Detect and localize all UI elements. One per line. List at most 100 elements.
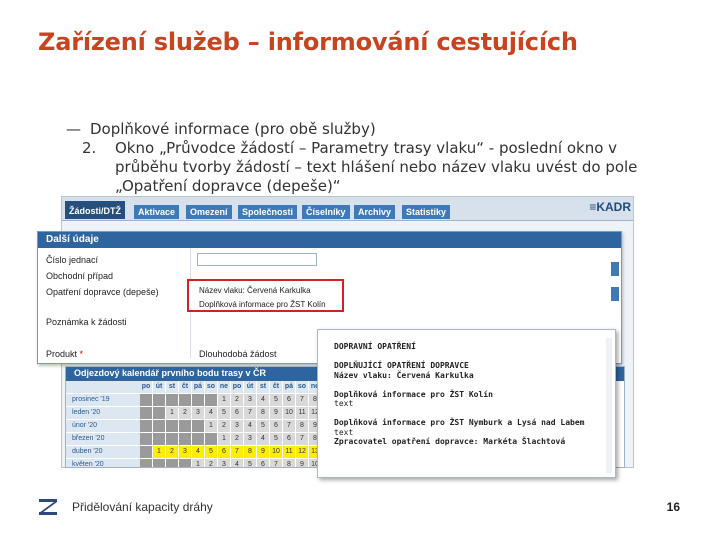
calendar-day-cell[interactable]: 4 (192, 446, 205, 458)
calendar-day-cell[interactable] (140, 407, 153, 419)
day-header: út (244, 381, 257, 393)
calendar-day-cell[interactable]: 5 (257, 420, 270, 432)
calendar-day-cell[interactable] (153, 394, 166, 406)
calendar-day-cell[interactable]: 1 (205, 420, 218, 432)
calendar-day-cell[interactable] (192, 420, 205, 432)
calendar-day-cell[interactable]: 3 (231, 420, 244, 432)
calendar-day-cell[interactable] (140, 420, 153, 432)
calendar-day-cell[interactable]: 4 (244, 420, 257, 432)
calendar-day-cell[interactable]: 5 (205, 446, 218, 458)
day-header: pá (283, 381, 296, 393)
menu-bar: Žádosti/DTŽ Aktivace Omezení Společnosti… (62, 197, 633, 221)
cislo-jednaci-input[interactable] (197, 253, 317, 266)
menu-tab-spolecnosti[interactable]: Společnosti (238, 205, 298, 219)
calendar-day-cell[interactable]: 1 (166, 407, 179, 419)
popup-line: Zpracovatel opatření dopravce: Markéta Š… (334, 437, 566, 446)
calendar-day-cell[interactable]: 4 (231, 459, 244, 467)
calendar-day-cell[interactable]: 6 (283, 394, 296, 406)
calendar-day-cell[interactable]: 2 (231, 433, 244, 445)
calendar-day-cell[interactable] (192, 433, 205, 445)
menu-tab-ciselniky[interactable]: Číselníky (302, 205, 350, 219)
calendar-day-cell[interactable]: 5 (270, 433, 283, 445)
calendar-day-cell[interactable]: 8 (296, 420, 309, 432)
calendar-day-cell[interactable]: 11 (296, 407, 309, 419)
calendar-day-cell[interactable]: 6 (231, 407, 244, 419)
calendar-day-cell[interactable] (140, 459, 153, 467)
calendar-day-cell[interactable]: 7 (283, 420, 296, 432)
calendar-day-cell[interactable]: 5 (244, 459, 257, 467)
calendar-day-cell[interactable]: 3 (218, 459, 231, 467)
calendar-day-cell[interactable]: 9 (270, 407, 283, 419)
calendar-day-cell[interactable]: 4 (205, 407, 218, 419)
highlight-line: Doplňková informace pro ŽST Kolín (199, 300, 326, 309)
calendar-day-cell[interactable] (153, 433, 166, 445)
calendar-day-cell[interactable]: 8 (257, 407, 270, 419)
calendar-day-cell[interactable]: 6 (257, 459, 270, 467)
calendar-day-cell[interactable]: 3 (244, 433, 257, 445)
calendar-day-cell[interactable]: 3 (244, 394, 257, 406)
calendar-day-cell[interactable] (166, 394, 179, 406)
calendar-day-cell[interactable]: 10 (270, 446, 283, 458)
calendar-day-cell[interactable]: 9 (296, 459, 309, 467)
calendar-day-cell[interactable]: 5 (270, 394, 283, 406)
calendar-month-label: leden '20 (66, 407, 140, 419)
produkt-value[interactable]: Dlouhodobá žádost (199, 349, 277, 359)
calendar-day-cell[interactable]: 3 (192, 407, 205, 419)
calendar-day-cell[interactable]: 2 (166, 446, 179, 458)
calendar-day-cell[interactable]: 7 (231, 446, 244, 458)
calendar-day-cell[interactable]: 2 (179, 407, 192, 419)
numbered-item: 2. Okno „Průvodce žádostí – Parametry tr… (82, 139, 686, 196)
calendar-day-cell[interactable]: 2 (218, 420, 231, 432)
highlight-line: Název vlaku: Červená Karkulka (199, 286, 311, 295)
calendar-day-cell[interactable]: 2 (205, 459, 218, 467)
calendar-day-cell[interactable]: 7 (296, 394, 309, 406)
calendar-day-cell[interactable]: 4 (257, 394, 270, 406)
calendar-day-cell[interactable] (205, 433, 218, 445)
popup-line: text (334, 427, 354, 437)
calendar-day-cell[interactable] (179, 394, 192, 406)
calendar-day-cell[interactable]: 6 (218, 446, 231, 458)
calendar-day-cell[interactable]: 6 (270, 420, 283, 432)
calendar-day-cell[interactable] (192, 394, 205, 406)
menu-tab-archivy[interactable]: Archivy (354, 205, 396, 219)
opatreni-dopravce-textarea[interactable]: Název vlaku: Červená Karkulka Doplňková … (187, 279, 344, 312)
calendar-day-cell[interactable]: 7 (244, 407, 257, 419)
calendar-day-cell[interactable]: 2 (231, 394, 244, 406)
calendar-day-cell[interactable]: 5 (218, 407, 231, 419)
calendar-day-cell[interactable] (166, 420, 179, 432)
calendar-day-cell[interactable]: 9 (257, 446, 270, 458)
calendar-day-cell[interactable] (166, 459, 179, 467)
calendar-day-cell[interactable]: 3 (179, 446, 192, 458)
calendar-day-cell[interactable] (179, 420, 192, 432)
calendar-day-cell[interactable]: 7 (270, 459, 283, 467)
scroll-handle[interactable] (611, 262, 619, 276)
calendar-day-cell[interactable] (205, 394, 218, 406)
scroll-handle[interactable] (611, 287, 619, 301)
calendar-day-cell[interactable]: 7 (296, 433, 309, 445)
calendar-day-cell[interactable]: 8 (244, 446, 257, 458)
calendar-day-cell[interactable]: 1 (192, 459, 205, 467)
calendar-day-cell[interactable]: 8 (283, 459, 296, 467)
calendar-day-cell[interactable] (166, 433, 179, 445)
calendar-day-cell[interactable] (153, 407, 166, 419)
popup-scrollbar[interactable] (606, 338, 612, 473)
calendar-day-cell[interactable] (140, 433, 153, 445)
calendar-day-cell[interactable]: 4 (257, 433, 270, 445)
menu-tab-aktivace[interactable]: Aktivace (134, 205, 180, 219)
calendar-day-cell[interactable] (140, 446, 153, 458)
calendar-day-cell[interactable] (153, 420, 166, 432)
menu-tab-statistiky[interactable]: Statistiky (402, 205, 451, 219)
calendar-day-cell[interactable]: 10 (283, 407, 296, 419)
calendar-day-cell[interactable]: 1 (218, 394, 231, 406)
menu-tab-zadosti[interactable]: Žádosti/DTŽ (65, 201, 125, 219)
calendar-day-cell[interactable]: 12 (296, 446, 309, 458)
calendar-day-cell[interactable]: 1 (218, 433, 231, 445)
calendar-day-cell[interactable]: 11 (283, 446, 296, 458)
calendar-day-cell[interactable] (140, 394, 153, 406)
calendar-day-cell[interactable]: 1 (153, 446, 166, 458)
calendar-day-cell[interactable] (153, 459, 166, 467)
calendar-day-cell[interactable]: 6 (283, 433, 296, 445)
menu-tab-omezeni[interactable]: Omezení (186, 205, 232, 219)
calendar-day-cell[interactable] (179, 459, 192, 467)
calendar-day-cell[interactable] (179, 433, 192, 445)
